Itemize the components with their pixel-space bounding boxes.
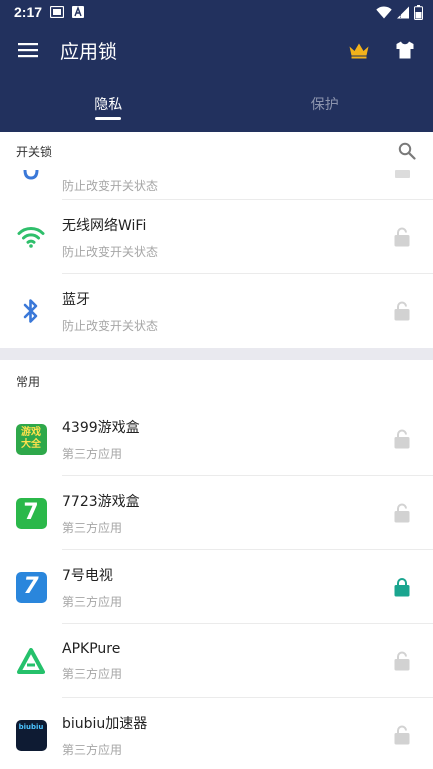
list-item-7723[interactable]: 7 7723游戏盒 第三方应用 (0, 476, 433, 550)
common-section-title: 常用 (16, 374, 41, 389)
list-item-wifi[interactable]: 无线网络WiFi 防止改变开关状态 (0, 200, 433, 274)
list-item-title: 4399游戏盒 (62, 419, 140, 436)
7tv-icon-text: 7 (23, 574, 39, 599)
list-item[interactable]: 防止改变开关状态 (0, 170, 433, 200)
vip-crown-button[interactable] (345, 36, 373, 64)
lock-toggle[interactable] (371, 301, 433, 321)
list-item-subtitle: 第三方应用 (62, 520, 123, 535)
search-icon (398, 142, 416, 160)
unlocked-icon (394, 503, 410, 523)
apkpure-app-icon (17, 648, 45, 674)
tab-active-indicator (95, 117, 122, 120)
lock-toggle[interactable] (371, 170, 433, 200)
list-item-7tv[interactable]: 7 7号电视 第三方应用 (0, 550, 433, 624)
list-item-subtitle: 防止改变开关状态 (62, 244, 159, 259)
unlocked-icon (394, 227, 410, 247)
cell-signal-icon: ! (396, 6, 410, 19)
list-item-subtitle: 第三方应用 (62, 594, 123, 609)
tab-protection[interactable]: 保护 (217, 76, 433, 132)
wifi-icon (17, 227, 45, 248)
crown-icon (349, 43, 369, 58)
toggle-lock-section-title: 开关锁 (16, 144, 53, 159)
status-bar: 2:17 ! (0, 0, 433, 24)
status-time: 2:17 (14, 4, 43, 20)
battery-icon (414, 4, 423, 20)
list-item-biubiu[interactable]: biubiu biubiu加速器 第三方应用 (0, 698, 433, 769)
list-item-4399[interactable]: 游戏大全 4399游戏盒 第三方应用 (0, 402, 433, 476)
page-title: 应用锁 (60, 40, 118, 63)
list-item-title: biubiu加速器 (62, 715, 148, 732)
search-button[interactable] (395, 139, 419, 163)
list-item-apkpure[interactable]: APKPure 第三方应用 (0, 624, 433, 698)
tab-privacy[interactable]: 隐私 (0, 76, 217, 132)
list-item-title: 7723游戏盒 (62, 493, 140, 510)
list-item-subtitle: 第三方应用 (62, 446, 123, 461)
section-separator (0, 348, 433, 360)
7723-icon-text: 7 (23, 500, 39, 525)
wifi-signal-icon (376, 5, 392, 19)
lock-toggle[interactable] (371, 227, 433, 247)
app-lock-list[interactable]: 开关锁 防止改变开关状态 无线网络WiFi 防止改变开关状态 蓝牙 防止改变开关… (0, 132, 433, 769)
shirt-icon (396, 41, 414, 59)
lock-toggle[interactable] (371, 577, 433, 597)
list-item-subtitle: 第三方应用 (62, 666, 123, 681)
tab-privacy-label: 隐私 (94, 97, 123, 113)
unlocked-icon (394, 429, 410, 449)
4399-icon-text: 游戏大全 (21, 427, 41, 450)
list-item-title: 蓝牙 (62, 291, 90, 308)
locked-icon (394, 578, 410, 597)
theme-button[interactable] (391, 36, 419, 64)
common-section-header: 常用 (0, 360, 433, 402)
list-item-subtitle: 防止改变开关状态 (62, 178, 159, 193)
7723-app-icon: 7 (15, 497, 47, 529)
unlocked-icon (394, 725, 410, 745)
partial-item-icon (0, 170, 62, 200)
4399-app-icon: 游戏大全 (15, 423, 47, 455)
hamburger-icon (18, 43, 38, 58)
unlocked-icon (394, 651, 410, 671)
unlocked-icon (394, 170, 410, 178)
lock-toggle[interactable] (371, 503, 433, 523)
list-item-subtitle: 第三方应用 (62, 742, 123, 757)
lock-toggle[interactable] (371, 725, 433, 745)
list-item-bluetooth[interactable]: 蓝牙 防止改变开关状态 (0, 274, 433, 348)
list-item-title: 7号电视 (62, 567, 113, 584)
7tv-app-icon: 7 (15, 571, 47, 603)
menu-button[interactable] (0, 24, 56, 76)
app-bar: 应用锁 (0, 24, 433, 76)
notification-icon (50, 6, 65, 18)
lock-toggle[interactable] (371, 429, 433, 449)
unlocked-icon (394, 301, 410, 321)
list-item-subtitle: 防止改变开关状态 (62, 318, 159, 333)
biubiu-icon-text: biubiu (18, 722, 44, 731)
svg-text:!: ! (399, 12, 402, 19)
font-icon (72, 6, 85, 18)
tab-bar: 隐私 保护 (0, 76, 433, 132)
tab-protection-label: 保护 (310, 97, 339, 113)
bluetooth-icon (23, 299, 38, 323)
lock-toggle[interactable] (371, 651, 433, 671)
list-item-title: 无线网络WiFi (62, 217, 147, 234)
list-item-title: APKPure (62, 640, 121, 657)
toggle-lock-section-header: 开关锁 (0, 132, 433, 170)
biubiu-app-icon: biubiu (15, 719, 47, 751)
